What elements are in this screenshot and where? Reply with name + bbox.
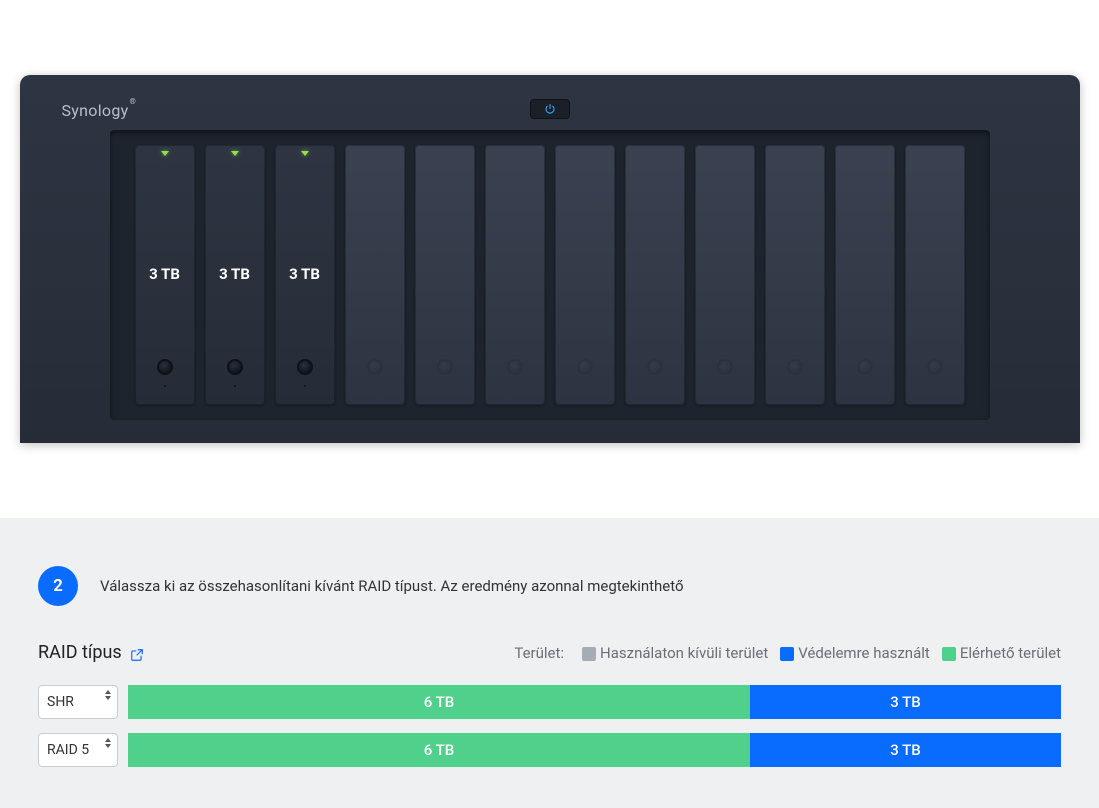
capacity-segment-available: 6 TB (128, 733, 750, 767)
drive-lock-icon (927, 359, 943, 375)
raid-row: SHR 6 TB3 TB (38, 685, 1061, 719)
drive-dot-icon (304, 385, 306, 387)
drive-lock-icon (157, 359, 173, 375)
step-instruction: Válassza ki az összehasonlítani kívánt R… (100, 577, 684, 595)
brand-logo: Synology® (62, 101, 136, 120)
drive-lock-icon (647, 359, 663, 375)
raid-rows-container: SHR 6 TB3 TB RAID 5 6 TB3 TB (38, 685, 1061, 767)
drive-bay[interactable] (555, 145, 615, 405)
drive-size-label: 3 TB (275, 265, 335, 283)
capacity-segment-available: 6 TB (128, 685, 750, 719)
drive-lock-icon (437, 359, 453, 375)
drive-led-icon (161, 151, 169, 156)
swatch-available (942, 647, 956, 661)
nas-top: Synology® (20, 75, 1080, 135)
drive-size-label: 3 TB (205, 265, 265, 283)
drive-bay[interactable] (905, 145, 965, 405)
registered-mark: ® (130, 97, 137, 106)
drive-bay[interactable] (695, 145, 755, 405)
raid-header-row: RAID típus Terület: Használaton kívüli t… (38, 642, 1061, 663)
raid-type-heading: RAID típus (38, 642, 144, 663)
swatch-unused (582, 647, 596, 661)
drive-bay[interactable] (345, 145, 405, 405)
nas-device: Synology® 3 TB 3 TB 3 TB (20, 75, 1080, 443)
legend-title: Terület: (514, 644, 564, 662)
drive-lock-icon (227, 359, 243, 375)
raid-type-value: RAID 5 (47, 742, 89, 758)
drive-lock-icon (787, 359, 803, 375)
capacity-bar: 6 TB3 TB (128, 685, 1061, 719)
drive-dot-icon (234, 385, 236, 387)
drive-led-icon (231, 151, 239, 156)
drive-size-label: 3 TB (135, 265, 195, 283)
drive-bay[interactable] (765, 145, 825, 405)
legend-item-protection: Védelemre használt (780, 644, 930, 662)
raid-type-label-text: RAID típus (38, 642, 122, 663)
drive-led-icon (301, 151, 309, 156)
external-link-icon[interactable] (130, 646, 144, 660)
drive-bay[interactable] (415, 145, 475, 405)
raid-type-value: SHR (47, 694, 74, 710)
swatch-protection (780, 647, 794, 661)
power-icon (544, 103, 556, 115)
drive-bay[interactable] (835, 145, 895, 405)
drive-lock-icon (507, 359, 523, 375)
drive-bay[interactable]: 3 TB (135, 145, 195, 405)
drive-bay[interactable]: 3 TB (205, 145, 265, 405)
brand-text: Synology (62, 101, 129, 120)
capacity-segment-protection: 3 TB (750, 685, 1061, 719)
capacity-bar: 6 TB3 TB (128, 733, 1061, 767)
raid-row: RAID 5 6 TB3 TB (38, 733, 1061, 767)
drive-lock-icon (577, 359, 593, 375)
legend-text-available: Elérhető terület (960, 644, 1061, 662)
drive-lock-icon (367, 359, 383, 375)
legend-item-available: Elérhető terület (942, 644, 1061, 662)
select-stepper-icon (105, 738, 111, 748)
raid-type-select[interactable]: SHR (38, 685, 118, 719)
drive-lock-icon (717, 359, 733, 375)
step-number-badge: 2 (38, 566, 78, 606)
drive-bay[interactable] (625, 145, 685, 405)
drive-bay[interactable] (485, 145, 545, 405)
raid-type-select[interactable]: RAID 5 (38, 733, 118, 767)
legend: Terület: Használaton kívüli terület Véde… (514, 644, 1061, 662)
drive-dot-icon (164, 385, 166, 387)
drive-lock-icon (857, 359, 873, 375)
capacity-segment-protection: 3 TB (750, 733, 1061, 767)
drive-bay[interactable]: 3 TB (275, 145, 335, 405)
drive-bay-row: 3 TB 3 TB 3 TB (110, 130, 990, 420)
drive-lock-icon (297, 359, 313, 375)
legend-text-unused: Használaton kívüli terület (600, 644, 768, 662)
power-button[interactable] (530, 99, 570, 119)
legend-item-unused: Használaton kívüli terület (582, 644, 768, 662)
raid-compare-panel: 2 Válassza ki az összehasonlítani kívánt… (0, 518, 1099, 808)
select-stepper-icon (105, 690, 111, 700)
legend-text-protection: Védelemre használt (798, 644, 930, 662)
step-row: 2 Válassza ki az összehasonlítani kívánt… (38, 566, 1061, 606)
